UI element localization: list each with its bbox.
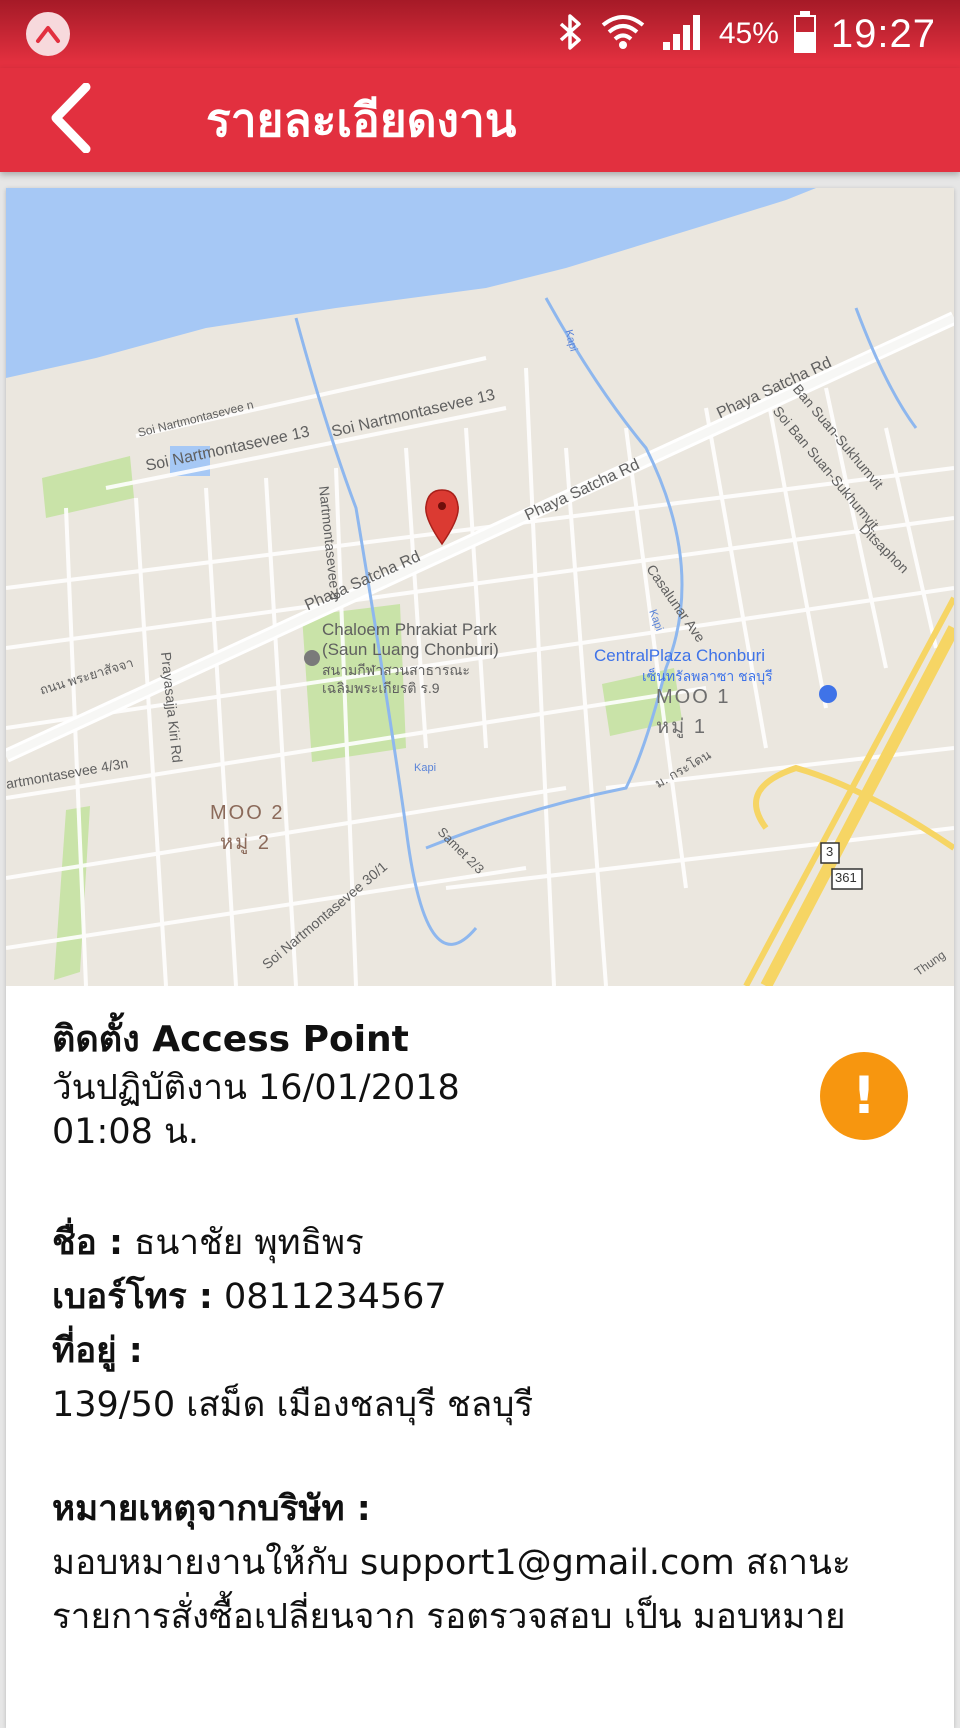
app-bar: รายละเอียดงาน	[0, 68, 960, 172]
customer-phone-row: เบอร์โทร : 0811234567	[52, 1270, 912, 1324]
name-value: ธนาชัย พุทธิพร	[134, 1223, 364, 1263]
map-label: เซ็นทรัลพลาซา ชลบุรี	[642, 668, 773, 684]
map-label: MOO 1	[656, 686, 731, 708]
note-text-line1: มอบหมายงานให้กับ support1@gmail.com สถาน…	[52, 1543, 851, 1583]
map-label: หมู่ 1	[656, 716, 708, 738]
job-info: ติดตั้ง Access Point วันปฏิบัติงาน 16/01…	[52, 1014, 912, 1644]
app-badge-icon	[26, 12, 70, 56]
job-time: 01:08 น.	[52, 1112, 200, 1152]
map-label: 3	[826, 844, 834, 859]
back-button[interactable]	[30, 78, 110, 158]
status-bar: 45% 19:27	[0, 0, 960, 68]
map-label: เฉลิมพระเกียรติ ร.9	[322, 680, 440, 696]
exclamation-icon: !	[820, 1052, 908, 1140]
chevron-left-icon	[51, 83, 91, 153]
note-label: หมายเหตุจากบริษัท :	[52, 1489, 371, 1529]
phone-label: เบอร์โทร :	[52, 1277, 213, 1317]
map-view[interactable]: Phaya Satcha Rd Phaya Satcha Rd Phaya Sa…	[6, 188, 954, 986]
map-label: (Saun Luang Chonburi)	[322, 640, 499, 659]
wifi-icon	[599, 11, 647, 58]
battery-percent: 45%	[718, 17, 779, 50]
map-label: CentralPlaza Chonburi	[594, 646, 766, 665]
clock: 19:27	[830, 11, 936, 56]
job-detail-card: Phaya Satcha Rd Phaya Satcha Rd Phaya Sa…	[6, 188, 954, 1728]
job-title: ติดตั้ง Access Point	[52, 1019, 409, 1060]
job-date: วันปฏิบัติงาน 16/01/2018	[52, 1068, 460, 1108]
page-title: รายละเอียดงาน	[206, 93, 517, 147]
battery-icon	[793, 10, 817, 59]
address-label: ที่อยู่ :	[52, 1331, 143, 1371]
map-label: MOO 2	[210, 802, 285, 824]
customer-address-row: ที่อยู่ :	[52, 1324, 912, 1378]
customer-name-row: ชื่อ : ธนาชัย พุทธิพร	[52, 1216, 912, 1270]
phone-value[interactable]: 0811234567	[224, 1277, 447, 1317]
map-label: Chaloem Phrakiat Park	[322, 620, 497, 639]
name-label: ชื่อ :	[52, 1223, 123, 1263]
map-label: Kapi	[414, 762, 437, 774]
signal-icon	[661, 12, 705, 57]
note-text-line2: รายการสั่งซื้อเปลี่ยนจาก รอตรวจสอบ เป็น …	[52, 1597, 846, 1637]
bluetooth-icon	[555, 12, 585, 57]
address-value: 139/50 เสม็ด เมืองชลบุรี ชลบุรี	[52, 1385, 534, 1425]
map-label: 361	[835, 870, 857, 885]
customer-info: ชื่อ : ธนาชัย พุทธิพร เบอร์โทร : 0811234…	[52, 1216, 912, 1432]
map-label: หมู่ 2	[220, 832, 272, 854]
